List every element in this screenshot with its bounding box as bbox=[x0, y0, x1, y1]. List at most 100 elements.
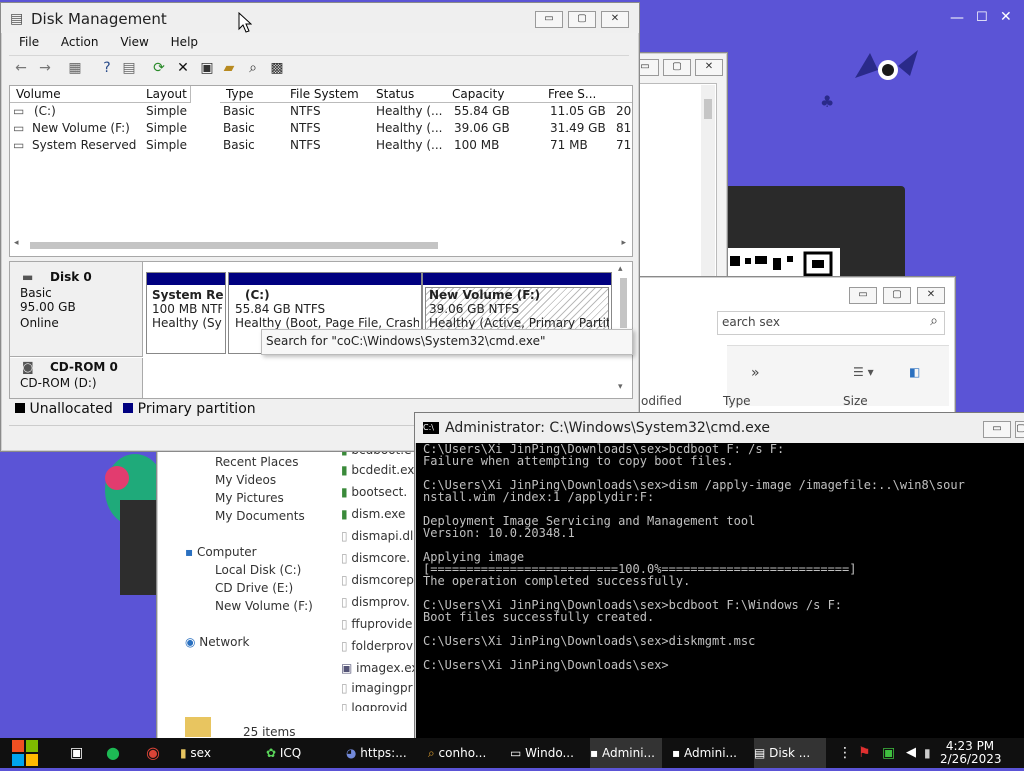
taskbar-item-icq[interactable]: ✿ ICQ bbox=[266, 738, 330, 768]
bg-maximize-icon[interactable]: ☐ bbox=[976, 10, 988, 25]
file-item[interactable]: ▯ dismapi.dl bbox=[341, 529, 413, 543]
blank-maximize-button[interactable]: ▢ bbox=[663, 59, 691, 76]
explorer-minimize-button[interactable]: ▭ bbox=[849, 287, 877, 304]
settings-icon[interactable]: ▩ bbox=[267, 58, 287, 78]
col-header-volume[interactable]: Volume bbox=[10, 86, 141, 103]
sidebar-item-network[interactable]: ◉ Network bbox=[185, 635, 249, 649]
scroll-up-icon[interactable]: ▴ bbox=[618, 264, 623, 274]
sidebar-item-cd-drive[interactable]: CD Drive (E:) bbox=[215, 581, 293, 595]
col-header-free[interactable]: Free S... bbox=[542, 86, 609, 103]
col-header-percent[interactable]: % bbox=[608, 86, 632, 103]
table-row[interactable]: ▭ New Volume (F:) Simple Basic NTFS Heal… bbox=[10, 120, 632, 137]
scroll-left-icon[interactable]: ◂ bbox=[14, 238, 19, 248]
task-view-icon[interactable]: ▣ bbox=[70, 738, 90, 768]
menu-help[interactable]: Help bbox=[171, 35, 198, 49]
col-header-status[interactable]: Status bbox=[370, 86, 447, 103]
sidebar-item-my-videos[interactable]: My Videos bbox=[215, 473, 276, 487]
start-button[interactable] bbox=[10, 738, 42, 768]
scroll-down-icon[interactable]: ▾ bbox=[618, 382, 623, 392]
taskbar-item-disk-mgmt[interactable]: ▤ Disk ... bbox=[754, 738, 826, 768]
table-row[interactable]: ▭ (C:) Simple Basic NTFS Healthy (... 55… bbox=[10, 103, 632, 120]
cmd-minimize-button[interactable]: ▭ bbox=[983, 421, 1011, 438]
sidebar-item-my-pictures[interactable]: My Pictures bbox=[215, 491, 284, 505]
file-item[interactable]: ▮ bootsect. bbox=[341, 485, 407, 499]
console-tree-icon[interactable]: ▦ bbox=[65, 58, 85, 78]
cmd-titlebar[interactable]: C:\ Administrator: C:\Windows\System32\c… bbox=[415, 413, 1024, 443]
file-item[interactable]: ▯ logprovid bbox=[341, 701, 407, 711]
dm-close-button[interactable]: ✕ bbox=[601, 11, 629, 28]
scroll-thumb[interactable] bbox=[620, 278, 627, 328]
cmd-maximize-button[interactable]: ▢ bbox=[1015, 421, 1024, 438]
col-header-filesystem[interactable]: File System bbox=[284, 86, 371, 103]
file-item[interactable]: ▮ bcdedit.ex bbox=[341, 463, 414, 477]
taskbar-item-discord[interactable]: ◕ https:... bbox=[346, 738, 416, 768]
col-header-layout[interactable]: Layout bbox=[140, 86, 191, 103]
bg-minimize-icon[interactable]: — bbox=[950, 10, 964, 26]
menu-action[interactable]: Action bbox=[61, 35, 99, 49]
file-item[interactable]: ▯ imagingpr bbox=[341, 681, 413, 695]
refresh-icon[interactable]: ⟳ bbox=[149, 58, 169, 78]
delete-icon[interactable]: ✕ bbox=[173, 58, 193, 78]
taskbar-item-conhost[interactable]: ⌕ conho... bbox=[428, 738, 500, 768]
preview-pane-icon[interactable]: ◧ bbox=[909, 365, 920, 379]
open-folder-icon[interactable]: ▰ bbox=[219, 58, 239, 78]
file-item[interactable]: ▯ dismprov. bbox=[341, 595, 410, 609]
file-item[interactable]: ▯ dismcore. bbox=[341, 551, 410, 565]
col-header-capacity[interactable]: Capacity bbox=[446, 86, 543, 103]
tray-icon[interactable]: ▮ bbox=[924, 738, 936, 768]
table-row[interactable]: ▭ System Reserved Simple Basic NTFS Heal… bbox=[10, 137, 632, 154]
taskbar-item-explorer[interactable]: ▮ sex bbox=[180, 738, 240, 768]
partition-system-reserved[interactable]: System Re 100 MB NTF Healthy (Sys bbox=[146, 272, 226, 354]
sidebar-item-local-disk[interactable]: Local Disk (C:) bbox=[215, 563, 301, 577]
spotify-icon[interactable]: ● bbox=[106, 738, 126, 768]
help-icon[interactable]: ? bbox=[97, 58, 117, 78]
taskbar-item-windows[interactable]: ▭ Windo... bbox=[510, 738, 582, 768]
file-item[interactable]: ▣ imagex.ex bbox=[341, 661, 417, 675]
sidebar-item-recent-places[interactable]: Recent Places bbox=[215, 455, 298, 469]
disk0-info[interactable]: ▬ Disk 0 Basic 95.00 GB Online bbox=[10, 262, 143, 357]
new-volume-icon[interactable]: ▣ bbox=[197, 58, 217, 78]
cmd-output[interactable]: C:\Users\Xi JinPing\Downloads\sex>bcdboo… bbox=[423, 443, 1023, 735]
sidebar-item-my-documents[interactable]: My Documents bbox=[215, 509, 305, 523]
scroll-right-icon[interactable]: ▸ bbox=[621, 238, 626, 248]
explorer-nav-arrows[interactable]: » bbox=[751, 365, 760, 381]
sidebar-item-new-volume[interactable]: New Volume (F:) bbox=[215, 599, 313, 613]
volume-list-hscrollbar[interactable]: ◂ ▸ bbox=[10, 238, 632, 252]
scroll-thumb[interactable] bbox=[30, 242, 438, 249]
network-tray-icon[interactable]: ▣ bbox=[882, 738, 898, 768]
col-header-type[interactable]: Type bbox=[220, 86, 287, 103]
find-icon[interactable]: ⌕ bbox=[243, 58, 263, 78]
clock[interactable]: 4:23 PM 2/26/2023 bbox=[940, 740, 1002, 766]
cell-status: Healthy (... bbox=[376, 104, 443, 118]
flag-icon[interactable]: ⚑ bbox=[858, 738, 874, 768]
dm-minimize-button[interactable]: ▭ bbox=[535, 11, 563, 28]
file-item[interactable]: ▯ dismcorep bbox=[341, 573, 414, 587]
chrome-icon[interactable]: ◉ bbox=[146, 738, 166, 768]
col-header-modified[interactable]: odified bbox=[641, 394, 682, 408]
explorer-close-button[interactable]: ✕ bbox=[917, 287, 945, 304]
sidebar-item-computer[interactable]: ▪ Computer bbox=[185, 545, 257, 559]
explorer-maximize-button[interactable]: ▢ bbox=[883, 287, 911, 304]
taskbar-item-admin-2[interactable]: ▪ Admini... bbox=[672, 738, 744, 768]
col-header-type[interactable]: Type bbox=[723, 394, 751, 408]
volume-tray-icon[interactable]: ◀ bbox=[906, 738, 922, 768]
dm-titlebar[interactable]: ▤ Disk Management ▭ ▢ ✕ bbox=[1, 3, 639, 33]
file-item[interactable]: ▯ ffuprovide bbox=[341, 617, 412, 631]
forward-arrow-icon[interactable]: → bbox=[35, 58, 55, 78]
more-icon[interactable]: ⋮ bbox=[838, 738, 848, 768]
back-arrow-icon[interactable]: ← bbox=[11, 58, 31, 78]
col-header-size[interactable]: Size bbox=[843, 394, 868, 408]
properties-icon[interactable]: ▤ bbox=[119, 58, 139, 78]
menu-file[interactable]: File bbox=[19, 35, 39, 49]
file-item[interactable]: ▯ folderprov bbox=[341, 639, 413, 653]
file-item[interactable]: ▮ dism.exe bbox=[341, 507, 405, 521]
cdrom0-info[interactable]: ◙ CD-ROM 0 CD-ROM (D:) bbox=[10, 358, 143, 398]
bg-close-icon[interactable]: ✕ bbox=[1000, 9, 1012, 25]
menu-view[interactable]: View bbox=[120, 35, 148, 49]
blank-close-button[interactable]: ✕ bbox=[695, 59, 723, 76]
taskbar-item-admin-1[interactable]: ▪ Admini... bbox=[590, 738, 662, 768]
file-icon: ▯ bbox=[341, 595, 352, 609]
dm-maximize-button[interactable]: ▢ bbox=[568, 11, 596, 28]
view-options-icon[interactable]: ☰ ▾ bbox=[853, 365, 874, 379]
explorer-search-box[interactable]: earch sex ⌕ bbox=[717, 311, 945, 335]
